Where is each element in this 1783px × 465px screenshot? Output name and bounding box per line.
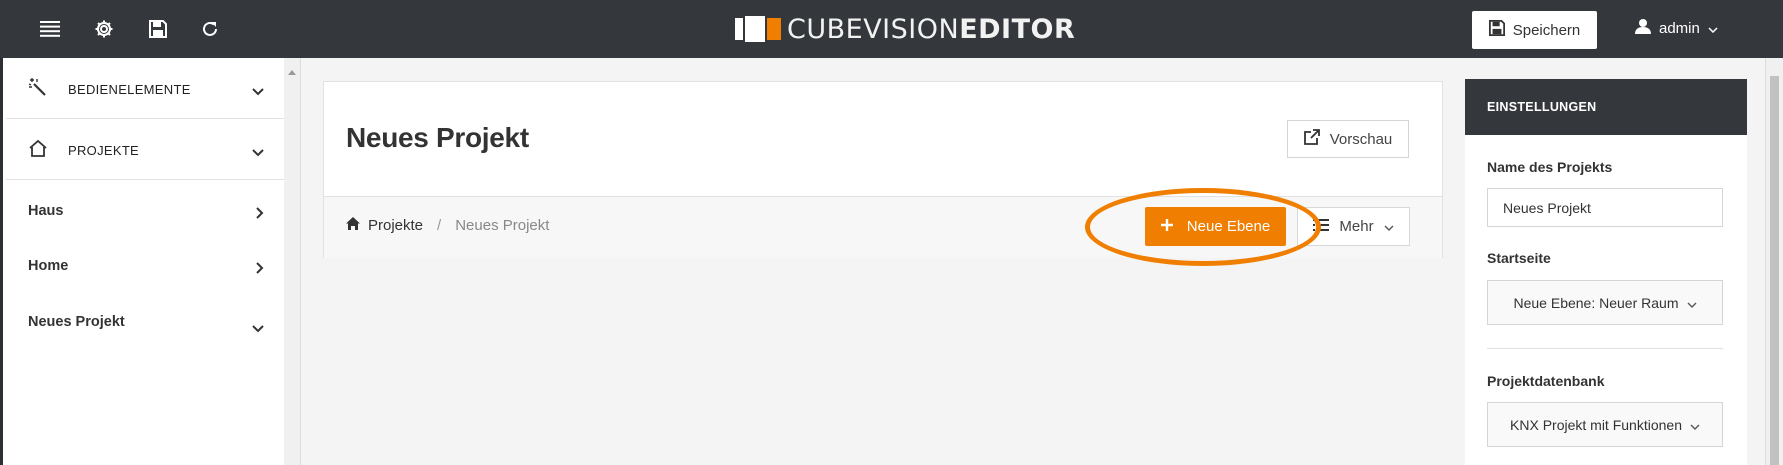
- logo-text-light: CUBEVISION: [787, 13, 960, 45]
- logo: CUBEVISIONEDITOR: [735, 12, 1075, 46]
- sidebar-section-label: BEDIENELEMENTE: [68, 82, 191, 97]
- divider: [1487, 348, 1723, 349]
- database-select[interactable]: KNX Projekt mit Funktionen: [1487, 402, 1723, 447]
- scrollbar-thumb[interactable]: [1770, 76, 1779, 465]
- cube-logo-icon: [735, 16, 781, 42]
- chevron-right-icon: [256, 261, 264, 279]
- sidebar-section-projekte[interactable]: PROJEKTE: [6, 119, 284, 180]
- project-name-label: Name des Projekts: [1487, 159, 1613, 175]
- breadcrumb: Projekte / Neues Projekt: [346, 217, 549, 234]
- chevron-right-icon: [256, 206, 264, 224]
- breadcrumb-separator: /: [437, 217, 442, 234]
- top-bar: CUBEVISIONEDITOR Speichern admin: [0, 0, 1783, 58]
- sidebar-item-neues-projekt[interactable]: Neues Projekt: [6, 298, 287, 353]
- sidebar-item-label: Home: [28, 258, 69, 274]
- user-icon: [1635, 18, 1651, 38]
- sidebar-section-label: PROJEKTE: [68, 143, 140, 158]
- chevron-down-icon: [252, 320, 264, 338]
- sidebar-item-haus[interactable]: Haus: [6, 194, 284, 244]
- breadcrumb-current: Neues Projekt: [455, 217, 550, 234]
- home-outline-icon: [28, 139, 48, 162]
- logo-text-bold: EDITOR: [959, 13, 1076, 45]
- save-button[interactable]: Speichern: [1472, 11, 1597, 49]
- settings-panel: EINSTELLUNGEN Name des Projekts Neues Pr…: [1465, 79, 1747, 465]
- preview-button-label: Vorschau: [1329, 130, 1393, 148]
- more-button-label: Mehr: [1339, 218, 1374, 235]
- chevron-down-icon: [1687, 295, 1697, 311]
- sidebar-item-label: Neues Projekt: [28, 314, 125, 330]
- menu-icon[interactable]: [38, 17, 62, 41]
- sidebar-section-bedienelemente[interactable]: BEDIENELEMENTE: [6, 58, 284, 119]
- save-button-label: Speichern: [1512, 21, 1581, 39]
- start-page-select[interactable]: Neue Ebene: Neuer Raum: [1487, 280, 1723, 325]
- sidebar: BEDIENELEMENTE PROJEKTE Haus Home Neues …: [0, 58, 287, 465]
- refresh-icon[interactable]: [198, 17, 222, 41]
- user-menu[interactable]: admin: [1635, 18, 1718, 38]
- chevron-down-icon: [252, 83, 264, 101]
- page-scrollbar[interactable]: [1765, 58, 1783, 465]
- chevron-down-icon: [1708, 20, 1718, 37]
- start-page-value: Neue Ebene: Neuer Raum: [1513, 294, 1679, 311]
- chevron-down-icon: [1690, 417, 1700, 433]
- sidebar-item-label: Haus: [28, 203, 64, 219]
- preview-button[interactable]: Vorschau: [1287, 120, 1409, 158]
- sidebar-item-home[interactable]: Home: [6, 249, 284, 299]
- user-name: admin: [1659, 19, 1700, 37]
- database-value: KNX Projekt mit Funktionen: [1510, 416, 1682, 433]
- floppy-disk-icon[interactable]: [146, 17, 170, 41]
- highlight-ellipse: [1085, 188, 1321, 266]
- breadcrumb-link-projekte[interactable]: Projekte: [368, 217, 423, 234]
- settings-header: EINSTELLUNGEN: [1465, 79, 1747, 135]
- scroll-up-arrow-icon: [288, 62, 296, 80]
- magic-wand-icon: [28, 78, 46, 101]
- database-label: Projektdatenbank: [1487, 373, 1605, 389]
- chevron-down-icon: [252, 144, 264, 162]
- sidebar-scrollbar[interactable]: [284, 58, 301, 465]
- home-icon: [346, 217, 360, 234]
- external-link-icon: [1303, 129, 1320, 149]
- project-name-field[interactable]: Neues Projekt: [1487, 188, 1723, 227]
- floppy-disk-icon: [1488, 20, 1505, 40]
- chevron-down-icon: [1384, 218, 1394, 235]
- page-title: Neues Projekt: [346, 122, 529, 153]
- gear-icon[interactable]: [92, 17, 116, 41]
- start-page-label: Startseite: [1487, 250, 1551, 266]
